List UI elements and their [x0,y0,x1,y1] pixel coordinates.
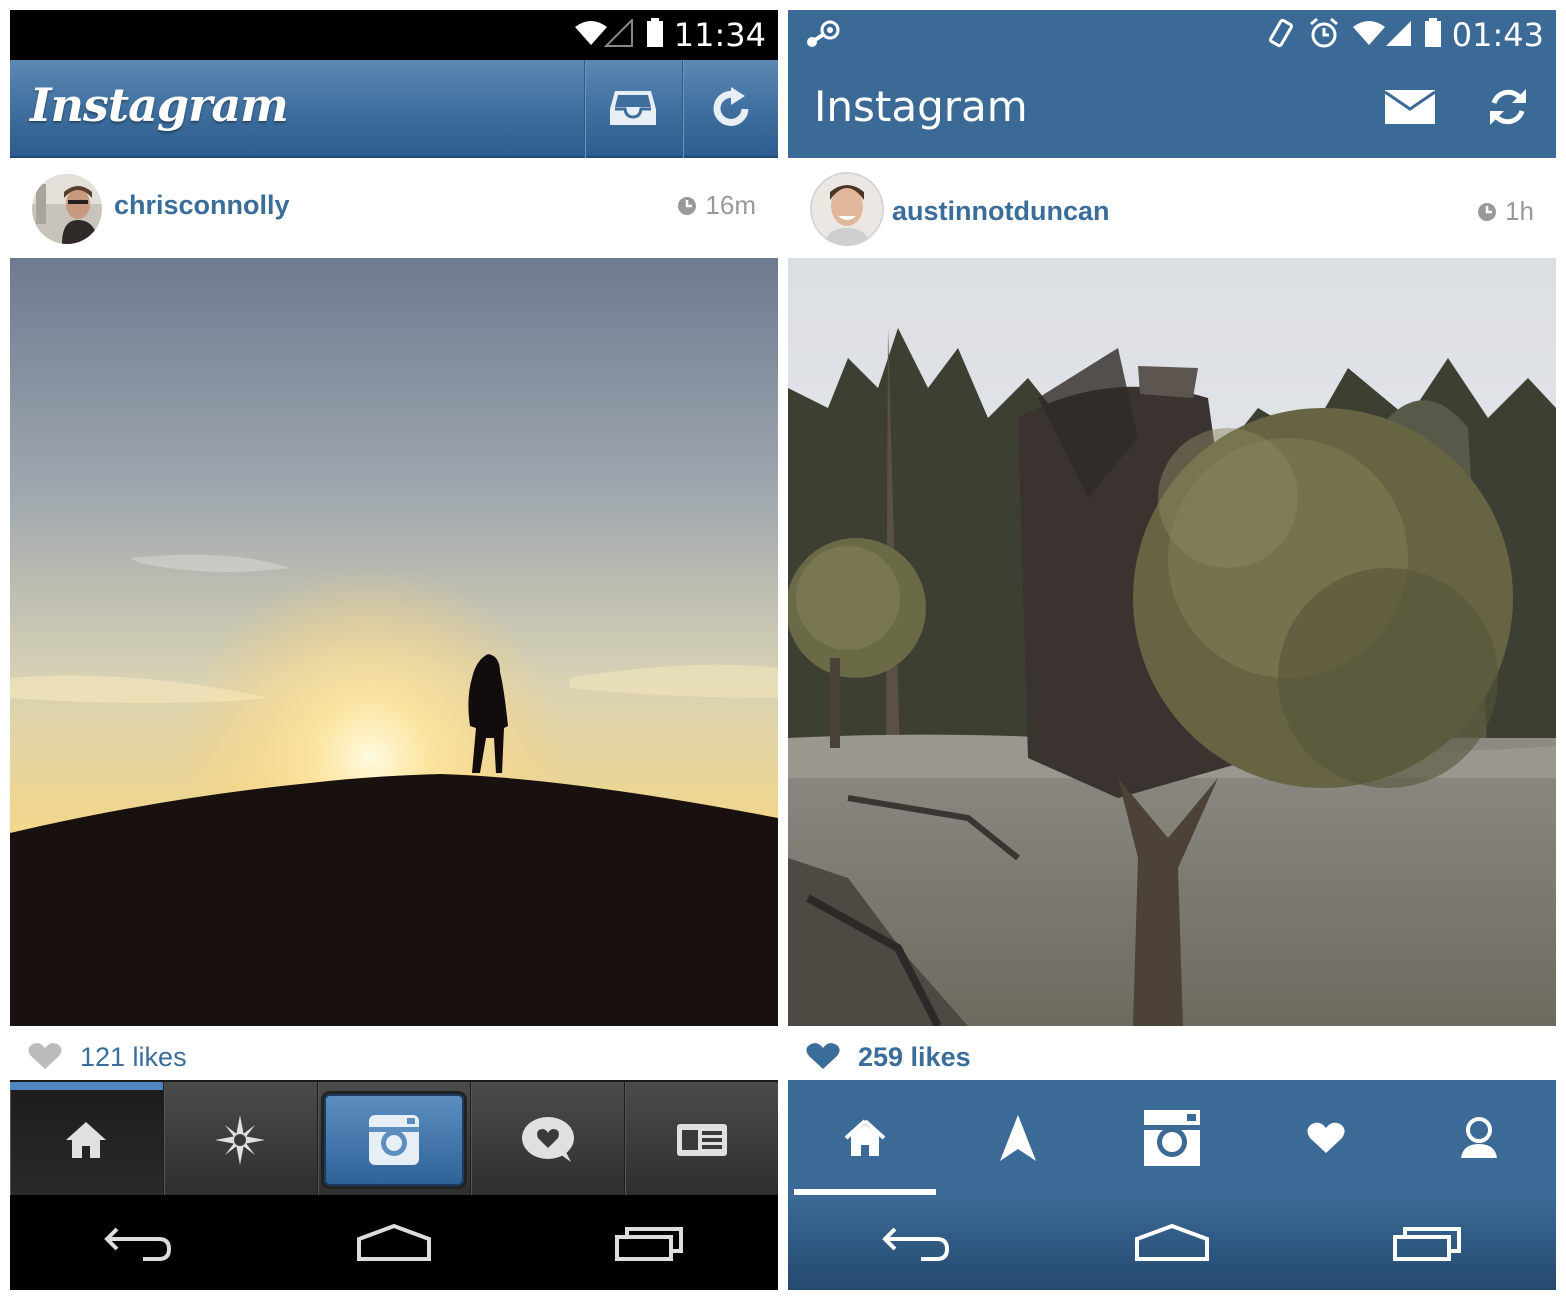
likes-row: 121 likes [10,1026,778,1080]
battery-icon [1424,17,1442,53]
battery-icon [646,17,664,53]
profile-card-icon [676,1123,727,1156]
avatar[interactable] [810,172,884,246]
system-nav-bar [788,1195,1556,1290]
refresh-button[interactable] [682,60,778,158]
sync-icon [1486,85,1530,134]
inbox-icon [609,87,657,132]
home-icon [844,1119,886,1156]
tab-camera[interactable] [1095,1080,1249,1195]
steam-icon [806,20,840,55]
alarm-icon [1308,17,1340,54]
direct-messages-button[interactable] [1362,60,1458,158]
tab-home[interactable] [10,1082,164,1197]
time-ago: 16m [677,190,756,221]
nav-home-button[interactable] [1102,1208,1242,1278]
post-header: chrisconnolly 16m [10,160,778,258]
explore-arrow-icon [1000,1114,1037,1161]
action-bar: Instagram [10,60,778,158]
heart-icon[interactable] [806,1042,840,1070]
time-ago: 1h [1477,196,1534,227]
username-link[interactable]: austinnotduncan [892,196,1110,227]
status-time: 01:43 [1451,16,1544,54]
tab-camera[interactable] [318,1082,472,1197]
status-time: 11:34 [673,16,766,54]
profile-person-icon [1461,1116,1498,1158]
action-bar: Instagram [788,60,1556,158]
post-photo[interactable] [10,258,778,1026]
nav-recents-button[interactable] [580,1208,720,1278]
username-link[interactable]: chrisconnolly [114,190,290,221]
tab-home[interactable] [788,1080,942,1195]
nav-home-icon [1135,1223,1209,1261]
time-ago-text: 1h [1505,196,1534,226]
phone-old-instagram: 11:34 Instagram chrisconnolly 16m 121 li… [10,10,778,1290]
likes-count[interactable]: 259 likes [858,1042,971,1073]
recents-icon [615,1226,683,1261]
signal-icon [1384,19,1412,52]
refresh-button[interactable] [1460,60,1556,158]
tab-bar [788,1080,1556,1195]
avatar[interactable] [32,174,102,244]
tab-profile[interactable] [1402,1080,1556,1195]
tab-explore[interactable] [942,1080,1096,1195]
system-nav-bar [10,1195,778,1290]
wifi-icon [1352,19,1386,52]
explore-star-icon [215,1114,266,1165]
tab-activity[interactable] [1249,1080,1403,1195]
recents-icon [1393,1226,1461,1261]
tab-news[interactable] [471,1082,626,1197]
speech-heart-icon [521,1116,574,1162]
camera-icon [368,1114,419,1165]
back-arrow-icon [882,1227,950,1261]
likes-row: 259 likes [788,1026,1556,1080]
status-bar: 11:34 [10,10,778,60]
instagram-logo: Instagram [30,78,289,132]
post-photo[interactable] [788,258,1556,1026]
signal-icon [603,17,634,52]
instagram-title: Instagram [814,82,1028,131]
home-icon [66,1121,107,1158]
vibrate-icon [1266,17,1296,54]
tab-profile[interactable] [625,1082,778,1197]
heart-outline-icon [1307,1122,1345,1153]
time-ago-text: 16m [705,190,756,220]
heart-icon[interactable] [28,1042,62,1070]
camera-icon [1143,1109,1200,1166]
phone-new-instagram: 01:43 Instagram austinnotduncan 1h 259 l… [788,10,1556,1290]
status-bar: 01:43 [788,10,1556,60]
camera-button[interactable] [323,1093,464,1186]
nav-recents-button[interactable] [1358,1208,1498,1278]
nav-home-icon [357,1223,431,1261]
nav-home-button[interactable] [324,1208,464,1278]
inbox-button[interactable] [584,60,681,158]
mail-icon [1384,89,1436,129]
clock-icon [678,196,697,215]
refresh-icon [709,85,753,134]
likes-count[interactable]: 121 likes [80,1042,187,1073]
back-arrow-icon [104,1227,172,1261]
post-header: austinnotduncan 1h [788,160,1556,258]
clock-icon [1478,202,1497,221]
wifi-icon [574,19,608,52]
nav-back-button[interactable] [846,1208,986,1278]
nav-back-button[interactable] [68,1208,208,1278]
tab-bar [10,1080,778,1197]
tab-explore[interactable] [164,1082,318,1197]
